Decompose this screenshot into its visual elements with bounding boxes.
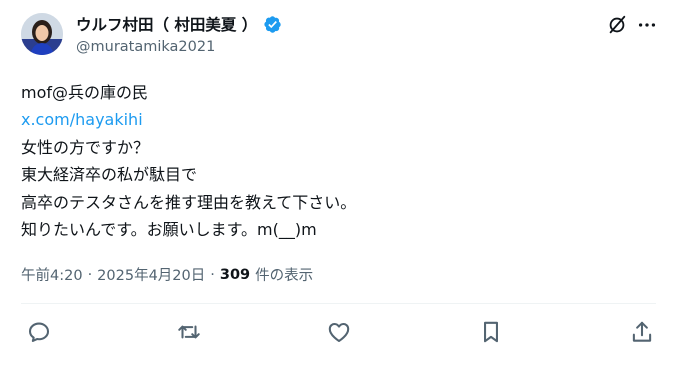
retweet-button[interactable] [176, 319, 202, 345]
bookmark-button[interactable] [478, 319, 504, 345]
author-handle[interactable]: @muratamika2021 [76, 39, 215, 55]
display-name[interactable]: ウルフ村田（ 村田美夏 ） [76, 13, 257, 35]
views-label: 件の表示 [255, 268, 314, 284]
tweet-line: 高卒のテスタさんを推す理由を教えて下さい。 [21, 192, 357, 212]
tweet-card: ウルフ村田（ 村田美夏 ） @muratamika2021 mof@兵の庫の民 … [0, 0, 677, 367]
like-button[interactable] [326, 319, 352, 345]
reply-icon [28, 322, 50, 343]
tweet-text: mof@兵の庫の民 x.com/hayakihi 女性の方ですか？ 東大経済卒の… [21, 79, 651, 243]
reply-button[interactable] [26, 319, 52, 345]
like-icon [328, 322, 350, 343]
meta-separator: · [87, 266, 93, 283]
share-icon [632, 321, 652, 342]
divider [21, 303, 656, 304]
more-options-icon[interactable] [636, 14, 658, 36]
tweet-time[interactable]: 午前4:20 [21, 264, 83, 285]
retweet-icon [178, 325, 200, 339]
tweet-line: mof@兵の庫の民 [21, 83, 149, 102]
tweet-line: 女性の方ですか？ [21, 137, 150, 157]
avatar[interactable] [21, 13, 63, 55]
tweet-line: 知りたいんです。お願いします。m(__)m [21, 220, 317, 240]
tweet-date[interactable]: 2025年4月20日 [97, 264, 205, 285]
bookmark-icon [484, 321, 498, 343]
meta-separator: · [210, 266, 215, 283]
tweet-line: 東大経済卒の私が駄目で [21, 165, 198, 185]
tweet-meta: 午前4:20 · 2025年4月20日 · 309 件の表示 [21, 264, 313, 285]
grok-icon[interactable] [606, 14, 628, 36]
tweet-link[interactable]: x.com/hayakihi [21, 106, 651, 133]
views-count: 309 [219, 266, 251, 283]
share-button[interactable] [629, 319, 655, 345]
name-row: ウルフ村田（ 村田美夏 ） [76, 13, 282, 35]
verified-badge-icon [264, 15, 282, 33]
